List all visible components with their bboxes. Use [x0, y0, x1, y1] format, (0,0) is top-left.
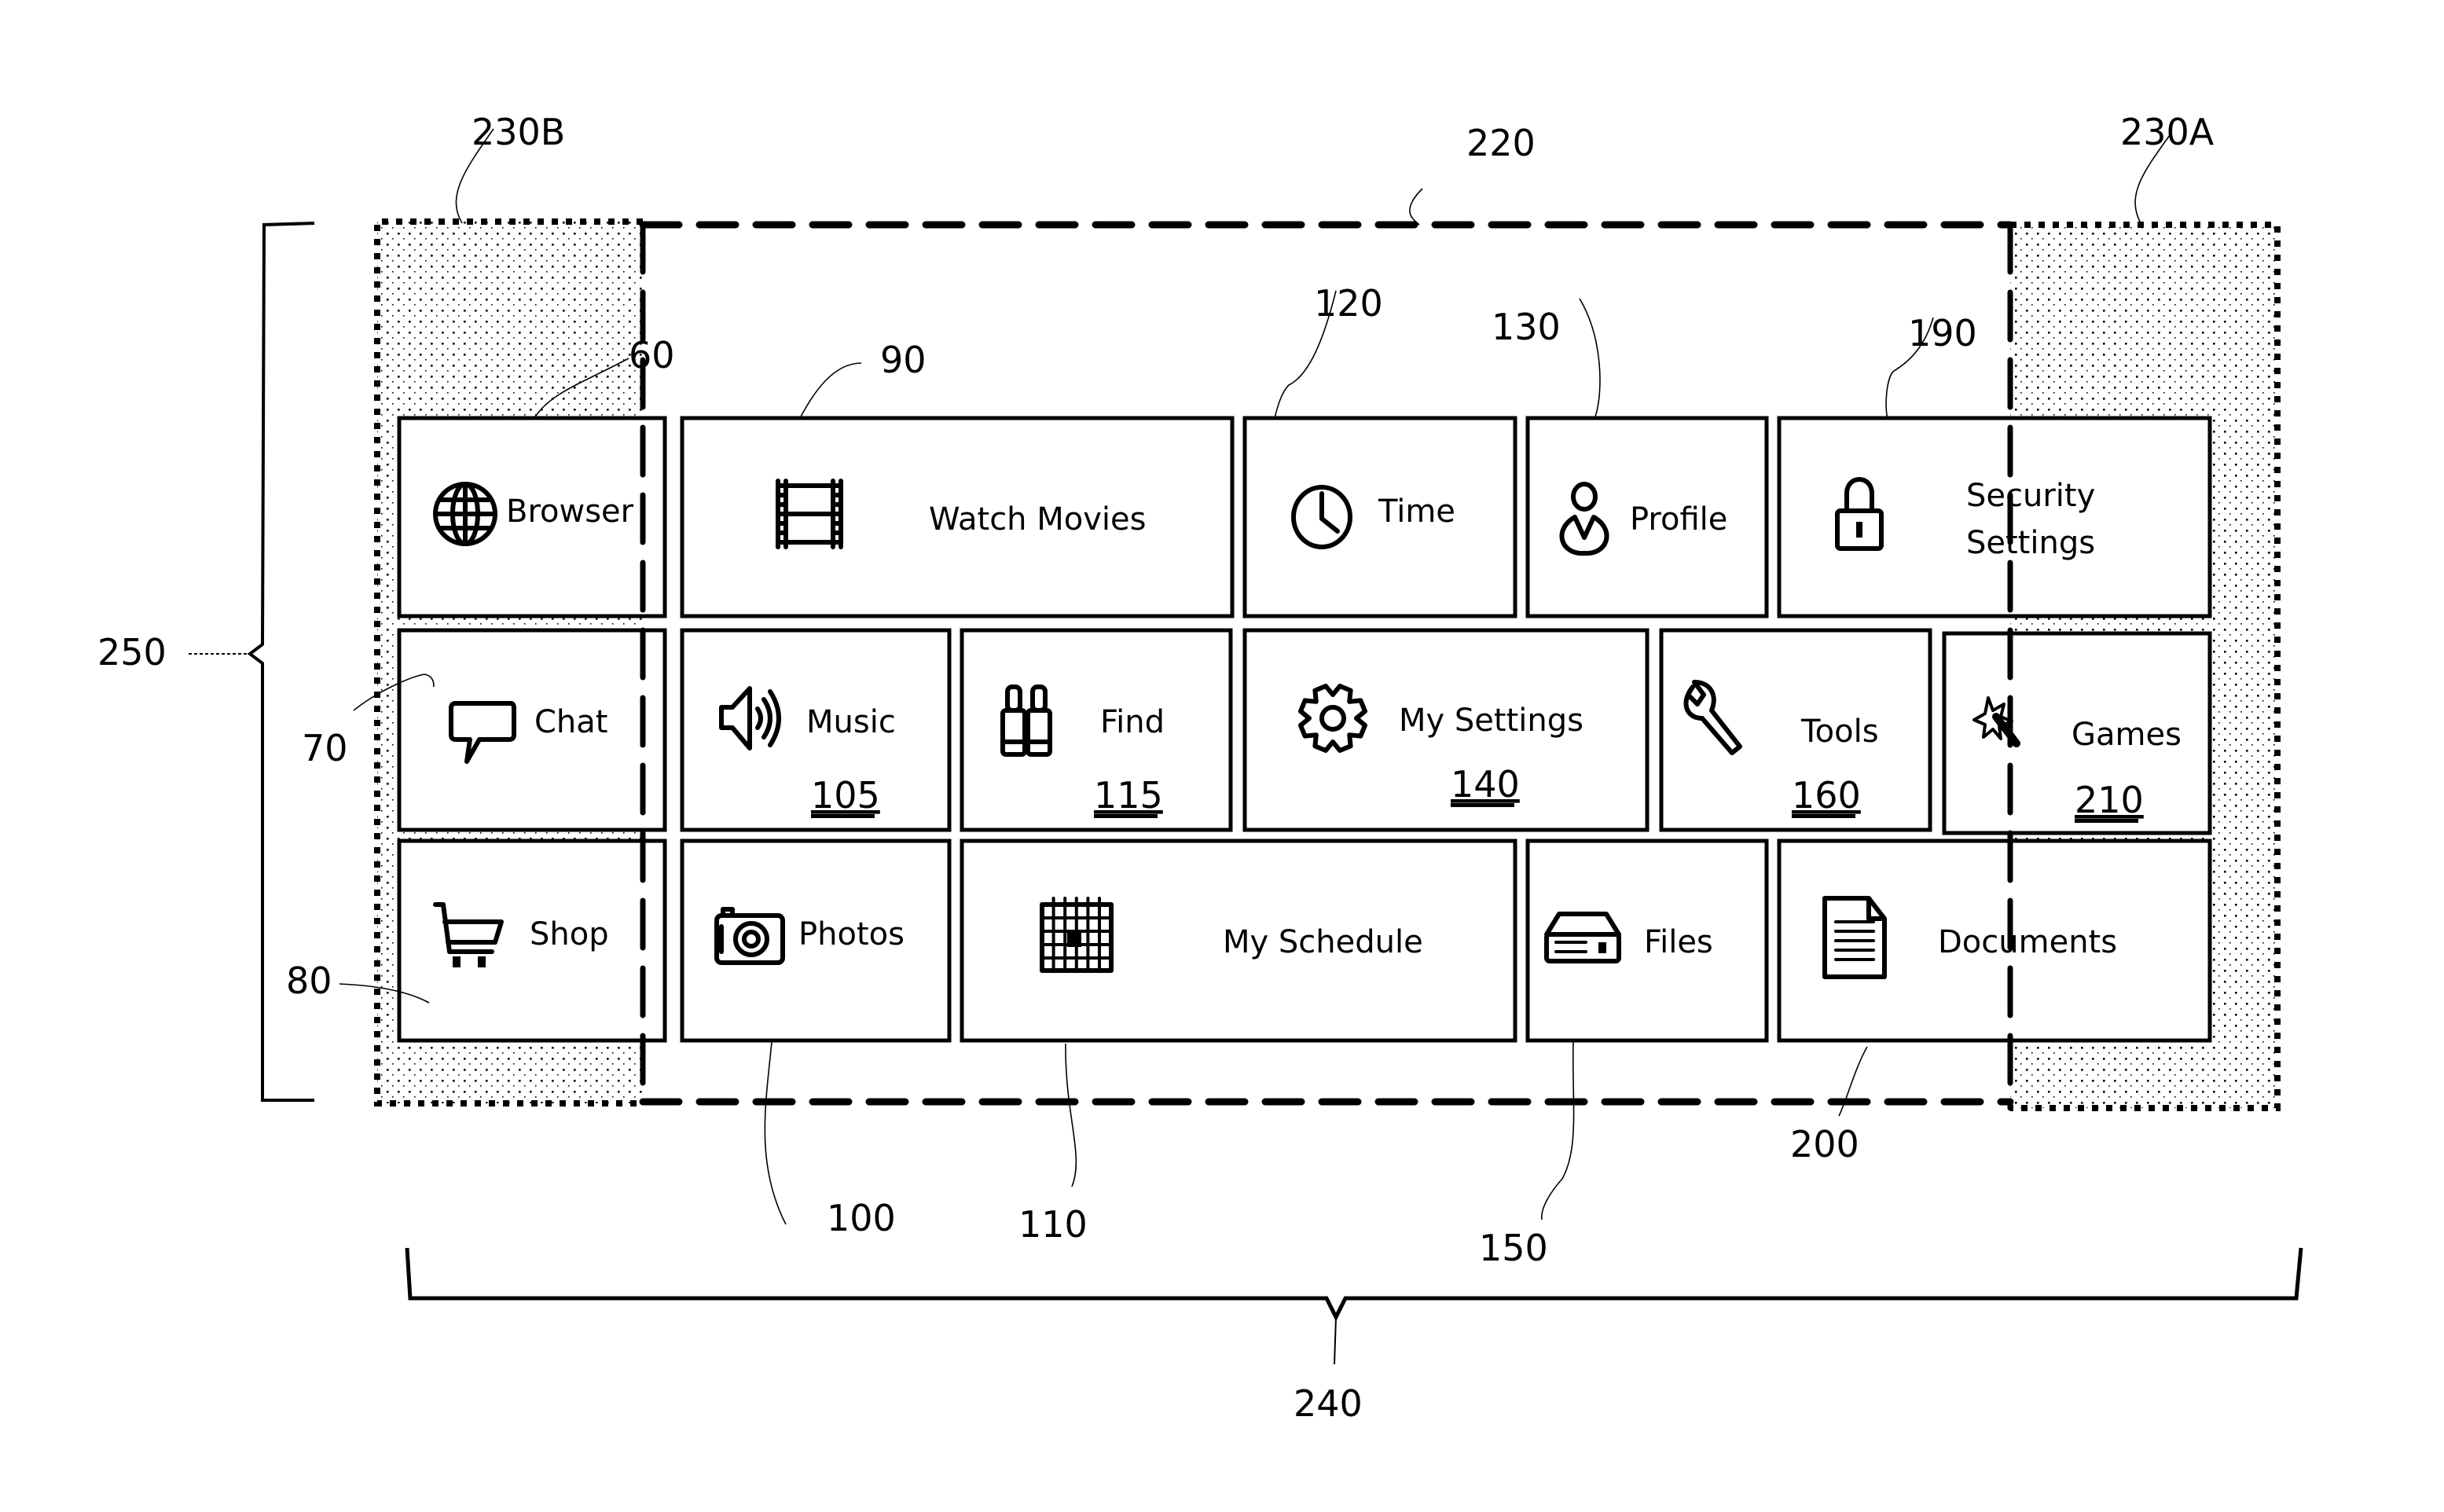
ref-240: 240 — [1294, 1382, 1363, 1425]
ref-80: 80 — [286, 960, 332, 1002]
tile-security-settings[interactable]: Security Settings — [1777, 416, 2212, 618]
ref-60: 60 — [629, 334, 675, 376]
brace-240 — [405, 1247, 2303, 1365]
ref-230A: 230A — [2120, 111, 2215, 153]
tile-games[interactable]: Games 210 — [1942, 631, 2212, 835]
tile-tools[interactable]: Tools 160 — [1659, 628, 1932, 832]
tile-my-settings[interactable]: My Settings 140 — [1242, 628, 1650, 832]
tile-label: Find — [1100, 704, 1165, 740]
tile-label: Documents — [1938, 924, 2117, 960]
tile-shop[interactable]: Shop — [397, 839, 667, 1043]
tile-frame — [1777, 416, 2212, 618]
tile-my-schedule[interactable]: My Schedule — [960, 839, 1517, 1043]
tile-label: Watch Movies — [929, 501, 1146, 538]
ref-100: 100 — [827, 1197, 896, 1239]
ref-200: 200 — [1790, 1123, 1859, 1165]
ref-250: 250 — [97, 631, 167, 673]
tile-number-underline — [811, 814, 875, 818]
tile-number: 140 — [1451, 763, 1520, 806]
ref-120: 120 — [1314, 282, 1383, 325]
tile-watch-movies[interactable]: Watch Movies — [680, 416, 1235, 618]
tile-label: Browser — [506, 494, 634, 530]
tile-number-underline — [1094, 814, 1158, 818]
tile-label: Tools — [1800, 714, 1879, 750]
ref-150: 150 — [1479, 1227, 1548, 1269]
tile-find[interactable]: Find 115 — [960, 628, 1233, 832]
tile-browser[interactable]: Browser — [397, 416, 667, 618]
ref-190: 190 — [1908, 312, 1977, 354]
tile-label: Time — [1378, 494, 1455, 530]
tile-label: Settings — [1966, 525, 2095, 561]
tile-documents[interactable]: Documents — [1777, 839, 2212, 1043]
tile-label: My Schedule — [1223, 924, 1423, 960]
tile-number: 115 — [1094, 774, 1163, 817]
ref-130: 130 — [1492, 306, 1561, 348]
tile-label: Music — [806, 704, 896, 740]
tile-frame — [397, 628, 667, 832]
tile-music[interactable]: Music 105 — [680, 628, 952, 832]
calendar-icon — [1040, 897, 1114, 973]
tile-label: Photos — [798, 916, 905, 952]
tile-grid: Browser Watch Movies Time ProfileSecuritySe… — [397, 416, 2212, 1043]
tile-profile[interactable]: Profile — [1525, 416, 1769, 618]
tile-label: Files — [1644, 924, 1713, 960]
patent-figure: Browser Watch Movies Time ProfileSecuritySe… — [97, 111, 2303, 1425]
tile-time[interactable]: Time — [1242, 416, 1517, 618]
ref-220: 220 — [1466, 122, 1536, 164]
tile-number-underline — [1451, 803, 1514, 807]
ref-230B: 230B — [472, 111, 565, 153]
tile-number: 210 — [2075, 779, 2144, 821]
tile-files[interactable]: Files — [1525, 839, 1769, 1043]
tile-number: 105 — [811, 774, 880, 817]
tile-label: My Settings — [1399, 703, 1583, 739]
tile-chat[interactable]: Chat — [397, 628, 667, 832]
tile-label: Shop — [530, 916, 609, 952]
tile-label: Security — [1966, 478, 2095, 514]
tile-label: Games — [2072, 717, 2182, 753]
tile-label: Profile — [1630, 501, 1727, 538]
ref-70: 70 — [302, 727, 348, 769]
tile-photos[interactable]: Photos — [680, 839, 952, 1043]
ref-90: 90 — [880, 339, 927, 381]
tile-number: 160 — [1792, 774, 1861, 817]
tile-number-underline — [1792, 814, 1855, 818]
tile-label: Chat — [534, 704, 607, 740]
ref-110: 110 — [1018, 1203, 1088, 1246]
globe-icon — [433, 482, 497, 546]
tile-number-underline — [2075, 819, 2138, 823]
